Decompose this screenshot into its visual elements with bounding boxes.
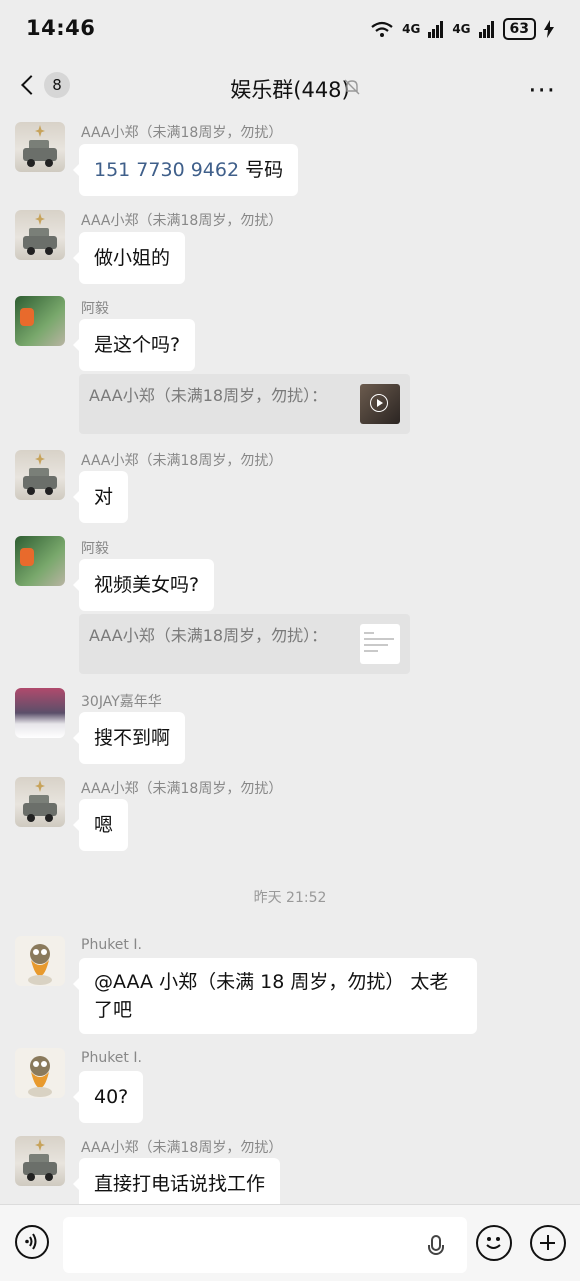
duck-avatar-icon: [28, 944, 52, 985]
message-text: 号码: [245, 159, 284, 181]
quoted-message[interactable]: AAA小郑（未满18周岁，勿扰）：: [79, 614, 410, 674]
avatar[interactable]: [15, 1136, 65, 1186]
avatar[interactable]: [15, 122, 65, 172]
sender-name: Phuket I.: [81, 937, 142, 953]
wifi-icon: [371, 21, 393, 37]
voice-toggle-button[interactable]: [15, 1225, 49, 1259]
input-bar: [0, 1204, 580, 1281]
more-actions-plus-button[interactable]: [530, 1225, 566, 1261]
quote-text: AAA小郑（未满18周岁，勿扰）：: [89, 386, 328, 405]
sender-name: AAA小郑（未满18周岁，勿扰）: [81, 453, 283, 469]
voice-icon: [25, 1233, 37, 1250]
chat-title: 娱乐群(448): [230, 78, 350, 102]
message-bubble[interactable]: @AAA 小郑（未满 18 周岁，勿扰） 太老了吧: [73, 958, 477, 1034]
message-bubble[interactable]: 151 7730 9462 号码: [72, 144, 299, 196]
message-bubble[interactable]: 40?: [72, 1071, 144, 1123]
sender-name: AAA小郑（未满18周岁，勿扰）: [81, 781, 283, 797]
battery-indicator: 63: [502, 18, 536, 40]
sender-name: 阿毅: [81, 541, 109, 557]
sender-name: 阿毅: [81, 301, 109, 317]
network-label-2: 4G: [452, 22, 471, 36]
avatar[interactable]: [15, 296, 65, 346]
message-bubble[interactable]: 搜不到啊: [72, 712, 186, 764]
message-bubble[interactable]: 嗯: [72, 799, 129, 851]
message-timestamp: 昨天 21:52: [253, 890, 327, 906]
message-bubble[interactable]: 直接打电话说找工作: [72, 1158, 281, 1204]
status-time: 14:46: [26, 16, 96, 40]
play-icon: [370, 394, 388, 412]
sender-name: 30JAY嘉年华: [81, 694, 162, 710]
message-bubble[interactable]: 视频美女吗?: [72, 559, 215, 611]
phone-number-link[interactable]: 151 7730 9462: [94, 159, 239, 181]
sender-name: AAA小郑（未满18周岁，勿扰）: [81, 213, 283, 229]
avatar[interactable]: [15, 1048, 65, 1098]
avatar[interactable]: [15, 536, 65, 586]
status-bar: 14:46 4G 4G 63: [0, 0, 580, 60]
message-input[interactable]: [63, 1217, 467, 1273]
smile-icon: [486, 1237, 501, 1249]
duck-avatar-icon: [28, 1056, 52, 1097]
chat-message-list[interactable]: AAA小郑（未满18周岁，勿扰） 151 7730 9462 号码 AAA小郑（…: [0, 118, 580, 1204]
message-bubble[interactable]: 做小姐的: [72, 232, 186, 284]
sender-name: AAA小郑（未满18周岁，勿扰）: [81, 1140, 283, 1156]
sender-name: AAA小郑（未满18周岁，勿扰）: [81, 125, 283, 141]
quoted-message[interactable]: AAA小郑（未满18周岁，勿扰）：: [79, 374, 410, 434]
chat-header: 8 娱乐群(448) ···: [0, 60, 580, 118]
avatar[interactable]: [15, 688, 65, 738]
mute-bell-icon: [344, 79, 360, 95]
avatar[interactable]: [15, 450, 65, 500]
video-thumbnail: [360, 384, 400, 424]
more-options-button[interactable]: ···: [528, 76, 556, 106]
message-bubble[interactable]: 对: [72, 471, 129, 523]
emoji-button[interactable]: [476, 1225, 512, 1261]
sender-name: Phuket I.: [81, 1050, 142, 1066]
charging-icon: [544, 20, 554, 38]
quote-text: AAA小郑（未满18周岁，勿扰）：: [89, 626, 328, 645]
avatar[interactable]: [15, 777, 65, 827]
avatar[interactable]: [15, 210, 65, 260]
signal-icon-2: [478, 21, 494, 38]
message-bubble[interactable]: 是这个吗?: [72, 319, 196, 371]
network-label-1: 4G: [402, 22, 421, 36]
document-thumbnail: [360, 624, 400, 664]
avatar[interactable]: [15, 936, 65, 986]
status-icons: 4G 4G 63: [370, 18, 554, 40]
signal-icon: [428, 21, 444, 38]
